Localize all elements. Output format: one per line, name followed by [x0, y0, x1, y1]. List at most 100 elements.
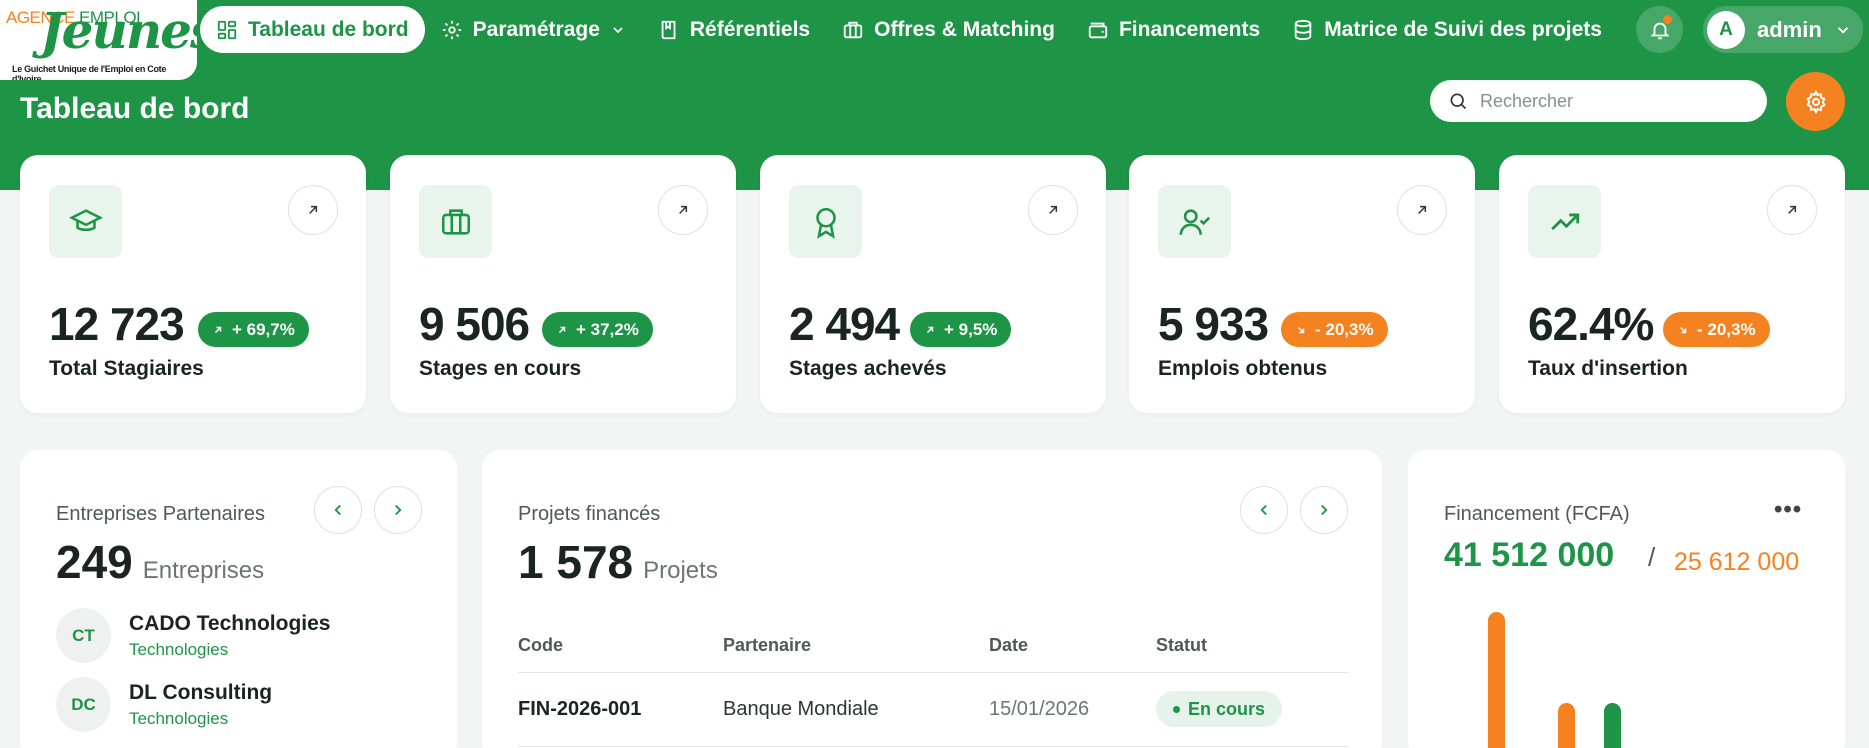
- financing-separator: /: [1648, 542, 1656, 572]
- logo-tagline: Le Guichet Unique de l'Emploi en Cote d'…: [12, 64, 167, 80]
- open-arrow-button[interactable]: [1028, 185, 1078, 235]
- arrow-down-right-icon: [1679, 326, 1687, 333]
- chevron-right-icon: [395, 504, 402, 516]
- open-arrow-button[interactable]: [1767, 185, 1817, 235]
- wallet-icon: [1088, 22, 1108, 38]
- financing-bar: [1488, 612, 1505, 748]
- projects-title: Projets financés: [518, 503, 661, 525]
- nav-referentiels[interactable]: Référentiels: [642, 6, 826, 53]
- table-row[interactable]: FIN-2026-001 Banque Mondiale 15/01/2026 …: [518, 672, 1348, 747]
- arrow-up-right-icon: [1418, 205, 1427, 214]
- partners-card: Entreprises Partenaires 249 Entreprises C…: [20, 450, 457, 748]
- stat-card-total-stagiaires: 12 723 + 69,7% Total Stagiaires: [20, 155, 366, 413]
- arrow-down-right-icon: [1297, 326, 1305, 333]
- nav-matrice-suivi[interactable]: Matrice de Suivi des projets: [1276, 6, 1618, 53]
- open-arrow-button[interactable]: [1397, 185, 1447, 235]
- partner-sector: Technologies: [129, 708, 229, 728]
- arrow-up-right-icon: [926, 326, 934, 333]
- user-menu[interactable]: A admin: [1703, 6, 1863, 53]
- col-date[interactable]: Date: [989, 620, 1156, 673]
- notifications-button[interactable]: [1636, 6, 1683, 53]
- stat-value: 12 723: [49, 298, 185, 350]
- notification-dot: [1663, 15, 1672, 24]
- trend-badge: + 37,2%: [542, 312, 653, 347]
- nav-label: Matrice de Suivi des projets: [1324, 17, 1602, 41]
- trend-badge: - 20,3%: [1281, 312, 1388, 347]
- open-arrow-button[interactable]: [288, 185, 338, 235]
- financing-bar: [1604, 703, 1621, 748]
- gear-icon: [442, 20, 461, 39]
- financing-bar: [1558, 703, 1575, 748]
- user-check-icon: [1158, 185, 1231, 258]
- stat-label: Stages en cours: [419, 357, 582, 380]
- nav-offres-matching[interactable]: Offres & Matching: [826, 6, 1071, 53]
- nav-tableau-de-bord[interactable]: Tableau de bord: [200, 6, 425, 53]
- partner-avatar: CT: [56, 608, 111, 663]
- logo[interactable]: AGENCE EMPLOI Jeunes Le Guichet Unique d…: [0, 0, 197, 80]
- stat-label: Stages achevés: [789, 357, 947, 380]
- database-icon: [1294, 19, 1312, 40]
- nav-parametrage[interactable]: Paramétrage: [425, 6, 642, 53]
- main-nav: Tableau de bord Paramétrage Référentiels…: [200, 6, 1618, 53]
- prev-button[interactable]: [314, 486, 362, 534]
- settings-button[interactable]: [1786, 72, 1845, 131]
- trend-badge: + 69,7%: [198, 312, 309, 347]
- table-header-row: Code Partenaire Date Statut: [518, 620, 1348, 673]
- projects-count: 1 578 Projets: [518, 536, 718, 588]
- partner-item[interactable]: DC DL Consulting Technologies: [56, 677, 272, 732]
- stat-value: 9 506: [419, 298, 530, 350]
- stat-card-stages-en-cours: 9 506 + 37,2% Stages en cours: [390, 155, 736, 413]
- nav-financements[interactable]: Financements: [1071, 6, 1276, 53]
- avatar: A: [1707, 10, 1745, 49]
- cell-status: En cours: [1156, 672, 1348, 747]
- stat-value: 5 933: [1158, 298, 1269, 350]
- stat-card-stages-acheves: 2 494 + 9,5% Stages achevés: [760, 155, 1106, 413]
- stat-value: 2 494: [789, 298, 900, 350]
- briefcase-icon: [419, 185, 492, 258]
- stat-value: 62.4%: [1528, 298, 1654, 350]
- col-code[interactable]: Code: [518, 620, 723, 673]
- search-bar[interactable]: [1430, 80, 1767, 122]
- book-icon: [661, 20, 676, 39]
- prev-button[interactable]: [1240, 486, 1288, 534]
- financing-amount-secondary: 25 612 000: [1674, 548, 1800, 576]
- more-options-icon[interactable]: •••: [1774, 496, 1802, 524]
- cell-date: 15/01/2026: [989, 672, 1156, 747]
- col-partenaire[interactable]: Partenaire: [723, 620, 989, 673]
- cell-partner: Banque Mondiale: [723, 672, 989, 747]
- chevron-right-icon: [1321, 504, 1328, 516]
- trending-up-icon: [1528, 185, 1601, 258]
- next-button[interactable]: [374, 486, 422, 534]
- stat-label: Emplois obtenus: [1158, 357, 1328, 380]
- partner-name: CADO Technologies: [129, 611, 331, 635]
- gear-icon: [1805, 89, 1826, 114]
- stat-card-emplois-obtenus: 5 933 - 20,3% Emplois obtenus: [1129, 155, 1475, 413]
- next-button[interactable]: [1300, 486, 1348, 534]
- stat-card-taux-insertion: 62.4% - 20,3% Taux d'insertion: [1499, 155, 1845, 413]
- arrow-up-right-icon: [309, 205, 318, 214]
- arrow-up-right-icon: [214, 326, 222, 333]
- cell-code: FIN-2026-001: [518, 672, 723, 747]
- search-input[interactable]: [1480, 90, 1740, 112]
- user-name: admin: [1757, 16, 1822, 42]
- briefcase-icon: [843, 21, 863, 38]
- stat-label: Taux d'insertion: [1528, 357, 1688, 380]
- logo-wordmark: Jeunes: [40, 1, 197, 60]
- trend-badge: - 20,3%: [1663, 312, 1770, 347]
- grid-icon: [217, 20, 237, 39]
- open-arrow-button[interactable]: [658, 185, 708, 235]
- partner-item[interactable]: CT CADO Technologies Technologies: [56, 608, 330, 663]
- financing-title: Financement (FCFA): [1444, 503, 1630, 525]
- nav-label: Paramétrage: [472, 17, 600, 41]
- financing-amount-total: 41 512 000: [1444, 536, 1615, 574]
- partner-sector: Technologies: [129, 639, 229, 659]
- chevron-down-icon: [613, 26, 623, 33]
- arrow-up-right-icon: [558, 326, 566, 333]
- nav-label: Financements: [1118, 17, 1261, 41]
- col-statut[interactable]: Statut: [1156, 620, 1348, 673]
- partner-name: DL Consulting: [129, 680, 273, 704]
- chevron-down-icon: [1837, 26, 1848, 34]
- nav-label: Tableau de bord: [248, 17, 409, 41]
- trend-badge: + 9,5%: [910, 312, 1012, 347]
- arrow-up-right-icon: [1788, 205, 1797, 214]
